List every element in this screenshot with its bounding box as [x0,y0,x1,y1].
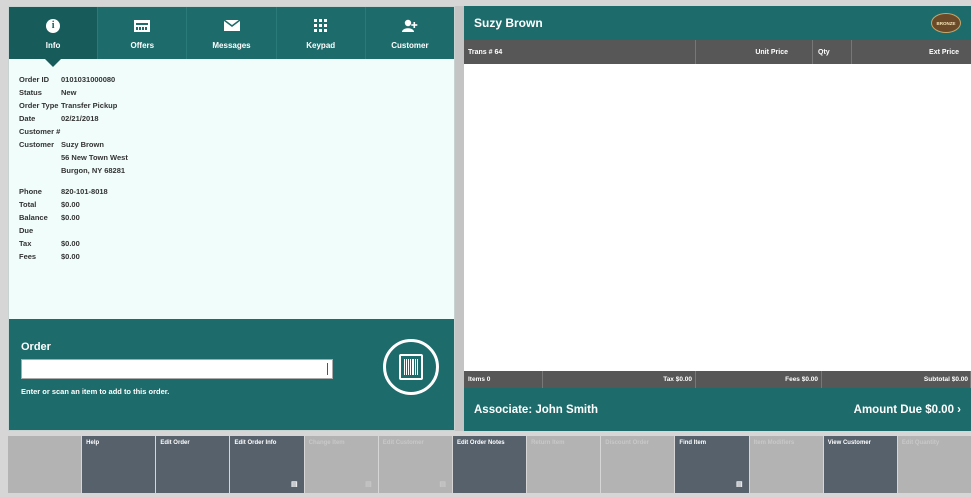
column-ext-price: Ext Price [929,48,959,56]
totals-bar: Items 0 Tax $0.00 Fees $0.00 Subtotal $0… [464,371,971,388]
detail-row-status: Status New [19,88,77,97]
tab-bar: i Info Offers Messages Keypad Customer [9,7,454,67]
scan-barcode-button[interactable] [383,339,439,395]
transaction-panel: Suzy Brown BRONZE Trans # 64 Unit Price … [464,6,971,431]
customer-name: Suzy Brown [474,16,543,30]
order-details: Order ID 0101031000080 Status New Order Ty… [9,59,454,277]
subtotal: Subtotal $0.00 [822,371,971,388]
order-entry-box: Order Enter or scan an item to add to th… [9,319,454,430]
fees-total: Fees $0.00 [696,371,822,388]
detail-row-address-1: 56 New Town West [61,153,128,162]
edit-order-info-button[interactable]: Edit Order Info ▤ [230,436,304,493]
order-entry-title: Order [21,341,51,353]
detail-row-address-2: Burgon, NY 68281 [61,166,126,175]
blank-button [8,436,82,493]
offers-icon [133,17,151,35]
tab-label: Customer [391,40,429,50]
column-qty: Qty [813,40,852,64]
order-info-panel: i Info Offers Messages Keypad Customer O… [8,6,455,431]
detail-row-customer-number: Customer # [19,127,61,136]
item-modifiers-button[interactable]: Item Modifiers [749,436,823,493]
help-button[interactable]: Help [82,436,156,493]
item-entry-input[interactable] [21,359,333,379]
associate-name: Associate: John Smith [474,403,598,416]
detail-row-balance-due: Balance Due $0.00 [19,213,80,235]
tab-label: Messages [212,40,251,50]
edit-order-notes-button[interactable]: Edit Order Notes [452,436,527,493]
menu-icon: ▤ [291,481,298,488]
menu-icon: ▤ [735,481,743,488]
detail-row-phone: Phone 820-101-8018 [19,187,108,196]
customer-header: Suzy Brown BRONZE [464,6,971,40]
menu-icon: ▤ [439,481,446,488]
tab-keypad[interactable]: Keypad [277,7,366,59]
edit-customer-button[interactable]: Edit Customer ▤ [378,436,452,493]
tax-total: Tax $0.00 [543,371,696,388]
envelope-icon [223,17,241,35]
detail-row-tax: Tax $0.00 [19,239,80,248]
detail-row-fees: Fees $0.00 [19,252,80,261]
order-entry-hint: Enter or scan an item to add to this ord… [21,387,170,396]
keypad-icon [314,17,328,35]
tab-messages[interactable]: Messages [187,7,277,59]
barcode-icon [399,354,423,380]
tab-label: Info [45,40,61,50]
line-items-list[interactable] [464,64,971,371]
edit-order-button[interactable]: Edit Order [156,436,230,493]
detail-row-order-type: Order Type Transfer Pickup [19,101,118,110]
panel-splitter[interactable] [455,6,464,431]
amount-due-bar: Associate: John Smith Amount Due $0.00 › [464,388,971,431]
column-trans: Trans # 64 [464,40,696,64]
items-count: Items 0 [464,371,543,388]
amount-due-button[interactable]: Amount Due $0.00 › [854,404,961,416]
discount-order-button[interactable]: Discount Order [601,436,675,493]
tab-offers[interactable]: Offers [98,7,188,59]
tab-label: Keypad [306,40,336,50]
edit-quantity-button[interactable]: Edit Quantity [897,436,971,493]
info-icon: i [46,18,61,33]
view-customer-button[interactable]: View Customer [823,436,897,493]
find-item-button[interactable]: Find Item ▤ [675,436,749,493]
column-unit-price: Unit Price [696,40,813,64]
detail-row-date: Date 02/21/2018 [19,114,99,123]
change-item-button[interactable]: Change Item ▤ [304,436,378,493]
loyalty-tier-logo: BRONZE [931,13,961,33]
menu-icon: ▤ [365,481,372,488]
add-customer-icon [401,17,418,35]
tab-info[interactable]: i Info [9,7,99,67]
tab-customer[interactable]: Customer [366,7,454,59]
line-items-header: Trans # 64 Unit Price Qty Ext Price [464,40,971,64]
detail-row-customer: Customer Suzy Brown [19,140,104,149]
detail-row-order-id: Order ID 0101031000080 [19,75,116,84]
detail-row-total: Total $0.00 [19,200,80,209]
tab-label: Offers [130,40,155,50]
return-item-button[interactable]: Return Item [527,436,601,493]
action-button-bar: Help Edit Order Edit Order Info ▤ Change … [0,436,971,497]
